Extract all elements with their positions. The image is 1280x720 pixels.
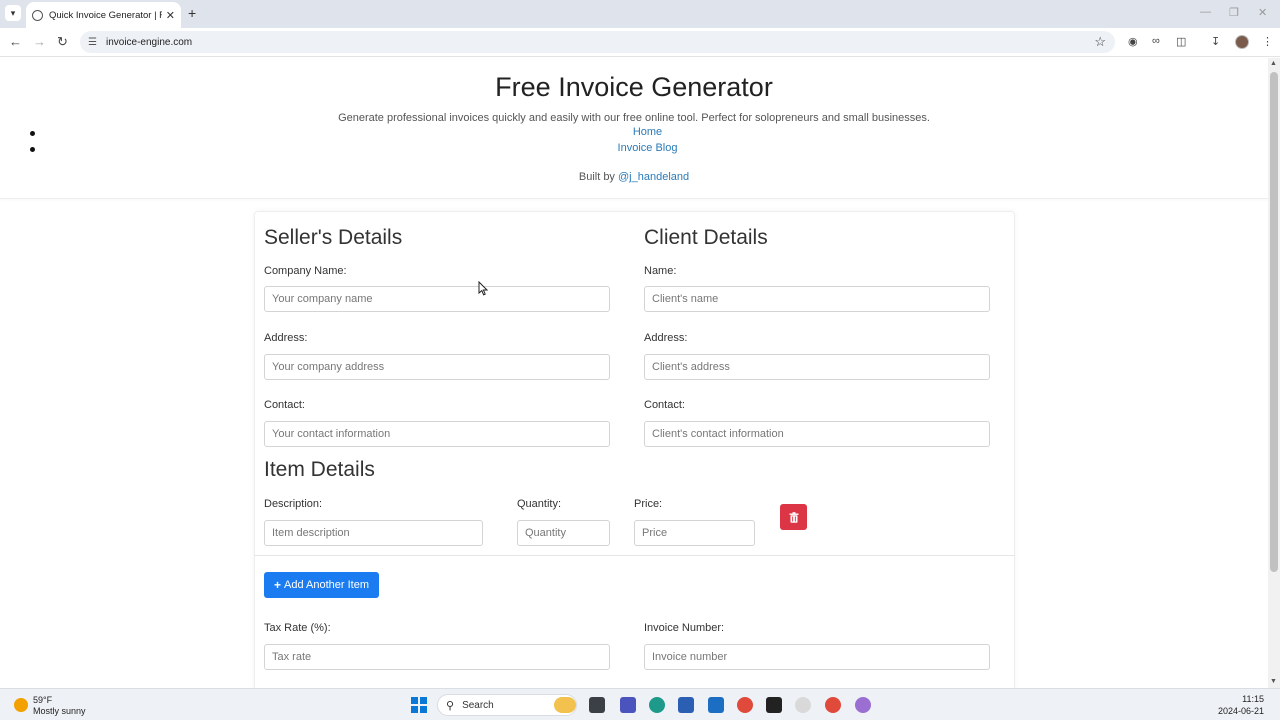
- author-link[interactable]: @j_handeland: [618, 171, 689, 183]
- seller-contact-input[interactable]: Your contact information: [264, 421, 610, 447]
- client-contact-input[interactable]: Client's contact information: [644, 421, 990, 447]
- edge-icon[interactable]: [649, 697, 665, 713]
- client-contact-label: Contact:: [644, 399, 685, 411]
- nav-link-home[interactable]: Home: [0, 126, 1268, 142]
- add-item-label: Add Another Item: [284, 579, 369, 591]
- quantity-input[interactable]: Quantity: [517, 520, 610, 546]
- trash-icon: [789, 511, 798, 523]
- seller-address-input[interactable]: Your company address: [264, 354, 610, 380]
- built-by: Built by @j_handeland: [0, 171, 1268, 183]
- weather-sun-icon[interactable]: [14, 698, 28, 712]
- seller-details-heading: Seller's Details: [264, 226, 403, 249]
- teams-icon[interactable]: [620, 697, 636, 713]
- web-page: Free Invoice Generator Generate professi…: [0, 58, 1268, 688]
- item-description-input[interactable]: Item description: [264, 520, 483, 546]
- taskbar-clock-time[interactable]: 11:15: [1228, 694, 1264, 704]
- invoice-form-card: [254, 211, 1015, 688]
- extension-bracket-icon[interactable]: ∞: [1152, 35, 1160, 47]
- seller-contact-label: Contact:: [264, 399, 305, 411]
- tab-title: Quick Invoice Generator | Free I: [49, 9, 162, 21]
- bookmark-star-icon[interactable]: ☆: [1094, 34, 1106, 50]
- reload-icon[interactable]: ↻: [57, 34, 68, 50]
- browser-tab[interactable]: Quick Invoice Generator | Free I ✕: [26, 2, 181, 28]
- tab-search-icon[interactable]: ▾: [5, 5, 21, 21]
- chrome-icon[interactable]: [737, 697, 753, 713]
- mail-icon[interactable]: [708, 697, 724, 713]
- new-tab-icon[interactable]: +: [188, 5, 196, 21]
- forward-icon[interactable]: →: [33, 34, 46, 49]
- site-info-icon[interactable]: ☰: [88, 37, 97, 48]
- invoice-number-input[interactable]: Invoice number: [644, 644, 990, 670]
- globe-icon: [32, 9, 43, 21]
- tax-rate-input[interactable]: Tax rate: [264, 644, 610, 670]
- back-icon[interactable]: ←: [9, 34, 22, 49]
- scroll-down-icon[interactable]: ▼: [1270, 678, 1277, 685]
- scrollbar-thumb[interactable]: [1270, 72, 1278, 572]
- invoice-number-label: Invoice Number:: [644, 622, 725, 634]
- search-highlight-icon[interactable]: [554, 697, 576, 713]
- quantity-label: Quantity:: [517, 498, 562, 510]
- plus-icon: +: [273, 578, 281, 592]
- download-icon[interactable]: ↧: [1211, 35, 1220, 48]
- extension-g-icon[interactable]: ◉: [1128, 35, 1138, 48]
- close-tab-icon[interactable]: ✕: [166, 9, 175, 22]
- editor-app-icon[interactable]: [766, 697, 782, 713]
- puzzle-extensions-icon[interactable]: ◫: [1176, 35, 1186, 48]
- windows-start-icon[interactable]: [411, 697, 427, 713]
- weather-temperature[interactable]: 59°F: [33, 695, 52, 705]
- item-details-heading: Item Details: [264, 458, 375, 481]
- seller-address-label: Address:: [264, 332, 308, 344]
- nav-link-invoice-blog[interactable]: Invoice Blog: [0, 142, 1268, 158]
- kebab-menu-icon[interactable]: ⋮: [1262, 35, 1273, 48]
- restore-icon[interactable]: ❐: [1229, 6, 1239, 19]
- url-text: invoice-engine.com: [105, 36, 193, 48]
- price-input[interactable]: Price: [634, 520, 755, 546]
- company-name-label: Company Name:: [264, 265, 347, 277]
- built-by-text: Built by: [578, 171, 615, 183]
- slack-icon[interactable]: [795, 697, 811, 713]
- delete-item-button[interactable]: [780, 504, 807, 530]
- minimize-icon[interactable]: —: [1200, 6, 1211, 18]
- section-divider: [254, 555, 1015, 556]
- browser-toolbar: ← → ↻ ☰ invoice-engine.com ☆ ◉ ∞ ◫ ↧ ⋮: [0, 28, 1280, 57]
- add-item-button[interactable]: + Add Another Item: [264, 572, 379, 598]
- page-scrollbar[interactable]: ▲ ▼: [1268, 58, 1280, 688]
- page-title: Free Invoice Generator: [495, 72, 773, 102]
- search-icon: ⚲: [446, 699, 455, 712]
- client-address-label: Address:: [644, 332, 688, 344]
- taskbar-clock-date[interactable]: 2024-06-21: [1210, 706, 1264, 716]
- company-name-input[interactable]: Your company name: [264, 286, 610, 312]
- store-icon[interactable]: [678, 697, 694, 713]
- client-details-heading: Client Details: [644, 226, 768, 249]
- site-header: Free Invoice Generator Generate professi…: [0, 58, 1268, 199]
- price-label: Price:: [634, 498, 663, 510]
- weather-description[interactable]: Mostly sunny: [33, 706, 86, 716]
- profile-avatar[interactable]: [1235, 35, 1249, 49]
- site-nav: Home Invoice Blog: [0, 126, 1268, 158]
- client-address-input[interactable]: Client's address: [644, 354, 990, 380]
- os-taskbar: 59°F Mostly sunny ⚲ Search 11:15 2024-06…: [0, 688, 1280, 720]
- browser-tab-strip: ▾ Quick Invoice Generator | Free I ✕ + —…: [0, 0, 1280, 28]
- close-window-icon[interactable]: ✕: [1258, 6, 1267, 19]
- chrome-alt-profile-icon[interactable]: [855, 697, 871, 713]
- page-subtitle: Generate professional invoices quickly a…: [338, 112, 930, 124]
- description-label: Description:: [264, 498, 323, 510]
- file-explorer-icon[interactable]: [589, 697, 605, 713]
- address-bar[interactable]: ☰ invoice-engine.com ☆: [80, 31, 1115, 53]
- taskbar-search-label: Search: [462, 699, 494, 711]
- client-name-label: Name:: [644, 265, 677, 277]
- mouse-cursor-icon: [478, 281, 488, 296]
- scroll-up-icon[interactable]: ▲: [1270, 60, 1277, 67]
- chrome-profile-icon[interactable]: [825, 697, 841, 713]
- client-name-input[interactable]: Client's name: [644, 286, 990, 312]
- tax-rate-label: Tax Rate (%):: [264, 622, 331, 634]
